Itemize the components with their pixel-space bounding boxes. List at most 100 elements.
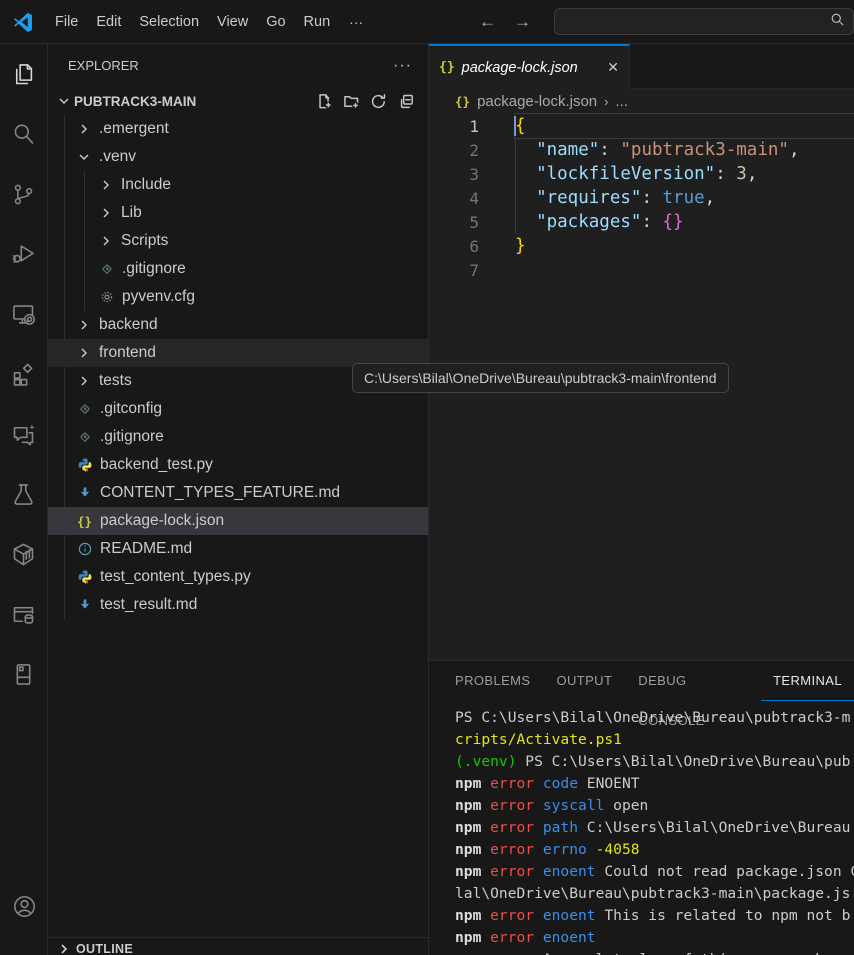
panel-tab-output[interactable]: OUTPUT [544, 661, 624, 701]
project-section-row[interactable]: PUBTRACK3-MAIN [48, 87, 428, 115]
tree-item-test_result.md[interactable]: test_result.md [48, 591, 428, 619]
nav-back-button[interactable]: ← [470, 12, 505, 32]
terminal-line: npm error enoent This is related to npm … [455, 905, 854, 927]
search-icon[interactable] [0, 104, 47, 164]
menu-selection[interactable]: Selection [130, 7, 208, 37]
code-line-content: "lockfileVersion": 3, [515, 162, 854, 186]
tree-item-.gitignore[interactable]: .gitignore [48, 255, 428, 283]
outline-section-header[interactable]: OUTLINE [48, 937, 428, 955]
tree-item-Lib[interactable]: Lib [48, 199, 428, 227]
refresh-button[interactable] [370, 93, 387, 110]
explorer-toolbar [316, 93, 414, 110]
menu-run[interactable]: Run [295, 7, 340, 37]
explorer-title: EXPLORER [68, 58, 139, 73]
code-line-content: } [515, 234, 854, 258]
code-token: {} [663, 212, 684, 232]
tree-item-.venv[interactable]: .venv [48, 143, 428, 171]
chevron-right-icon [98, 233, 114, 249]
tree-item-label: .gitignore [122, 260, 186, 278]
tree-item-README.md[interactable]: README.md [48, 535, 428, 563]
terminal-text: cripts/Activate.ps1 [455, 731, 622, 748]
new-file-button[interactable] [316, 93, 333, 110]
run-debug-icon[interactable] [0, 224, 47, 284]
breadcrumb-tail[interactable]: ... [615, 93, 628, 110]
terminal-text: Could not read package.json C:\Users\Bi [596, 863, 854, 880]
tree-item-.gitconfig[interactable]: .gitconfig [48, 395, 428, 423]
chevron-right-icon [56, 941, 72, 955]
source-control-icon[interactable] [0, 164, 47, 224]
terminal-text: open [604, 797, 648, 814]
titlebar: FileEditSelectionViewGoRun ··· ← → [0, 0, 854, 44]
hover-tooltip: C:\Users\Bilal\OneDrive\Bureau\pubtrack3… [352, 363, 729, 393]
search-icon [830, 12, 845, 32]
terminal-text: npm [455, 775, 481, 792]
chat-icon[interactable] [0, 404, 47, 464]
menu-file[interactable]: File [46, 7, 87, 37]
panel-tab-problems[interactable]: PROBLEMS [443, 661, 542, 701]
extensions-icon[interactable] [0, 344, 47, 404]
settings-gear-icon[interactable] [0, 936, 48, 955]
activity-bar-bottom [0, 876, 48, 955]
code-area[interactable]: 1{2 "name": "pubtrack3-main",3 "lockfile… [429, 113, 854, 282]
terminal-text: (.venv) [455, 753, 517, 770]
terminal-text: syscall [534, 797, 604, 814]
command-center-search-input[interactable] [554, 8, 854, 35]
tree-item-backend[interactable]: backend [48, 311, 428, 339]
tree-item-Include[interactable]: Include [48, 171, 428, 199]
tree-item-label: backend [99, 316, 158, 334]
terminal-text: ENOENT [578, 775, 640, 792]
panel-tabs: PROBLEMSOUTPUTDEBUG CONSOLETERMINAL [429, 661, 854, 701]
terminal-text: enoent [534, 863, 596, 880]
tree-item-label: backend_test.py [100, 456, 213, 474]
code-line: 4 "requires": true, [429, 186, 854, 210]
tree-item-backend_test.py[interactable]: backend_test.py [48, 451, 428, 479]
explorer-more-actions-button[interactable]: ··· [393, 57, 412, 75]
outline-label: OUTLINE [76, 942, 133, 955]
breadcrumb-file[interactable]: package-lock.json [477, 93, 597, 110]
account-icon[interactable] [0, 876, 48, 936]
menu-view[interactable]: View [208, 7, 257, 37]
explorer-icon[interactable] [0, 44, 47, 104]
code-line: 1{ [429, 114, 854, 138]
menu-edit[interactable]: Edit [87, 7, 130, 37]
vscode-logo-icon[interactable] [0, 11, 46, 33]
testing-icon[interactable] [0, 464, 47, 524]
remote-explorer-icon[interactable] [0, 284, 47, 344]
menu-go[interactable]: Go [257, 7, 294, 37]
terminal-text: npm [455, 797, 481, 814]
menu-bar: FileEditSelectionViewGoRun [46, 7, 339, 37]
tree-item-Scripts[interactable]: Scripts [48, 227, 428, 255]
breadcrumb[interactable]: {} package-lock.json › ... [429, 89, 854, 113]
chevron-right-icon [98, 205, 114, 221]
panel-tab-terminal[interactable]: TERMINAL [761, 661, 854, 701]
tab-package-lock-json[interactable]: {} package-lock.json ✕ [429, 44, 630, 89]
collapse-all-button[interactable] [397, 93, 414, 110]
code-token: : [641, 188, 662, 208]
nav-forward-button[interactable]: → [505, 12, 540, 32]
container-icon[interactable] [0, 524, 47, 584]
menu-more-button[interactable]: ··· [339, 14, 373, 30]
terminal-text: enoent [534, 907, 596, 924]
panel-tab-debug-console[interactable]: DEBUG CONSOLE [626, 661, 759, 701]
code-line: 5 "packages": {} [429, 210, 854, 234]
tab-close-icon[interactable]: ✕ [607, 59, 619, 76]
device-icon[interactable] [0, 644, 47, 704]
code-line-content: "packages": {} [515, 210, 854, 234]
tree-item-test_content_types.py[interactable]: test_content_types.py [48, 563, 428, 591]
tree-item-pyvenv.cfg[interactable]: pyvenv.cfg [48, 283, 428, 311]
terminal-text: C:\Users\Bilal\OneDrive\Bureau [578, 819, 850, 836]
code-line-content: "name": "pubtrack3-main", [515, 138, 854, 162]
code-line: 7 [429, 258, 854, 282]
tree-item-.gitignore[interactable]: .gitignore [48, 423, 428, 451]
project-name: PUBTRACK3-MAIN [74, 94, 196, 109]
database-icon[interactable] [0, 584, 47, 644]
tree-item-CONTENT_TYPES_FEATURE.md[interactable]: CONTENT_TYPES_FEATURE.md [48, 479, 428, 507]
tree-item-package-lock.json[interactable]: {}package-lock.json [48, 507, 428, 535]
line-number: 7 [429, 261, 479, 280]
tree-item-.emergent[interactable]: .emergent [48, 115, 428, 143]
git-icon [76, 401, 93, 418]
code-token: : [599, 140, 620, 160]
code-token: 3 [736, 164, 747, 184]
tree-item-label: tests [99, 372, 132, 390]
new-folder-button[interactable] [343, 93, 360, 110]
